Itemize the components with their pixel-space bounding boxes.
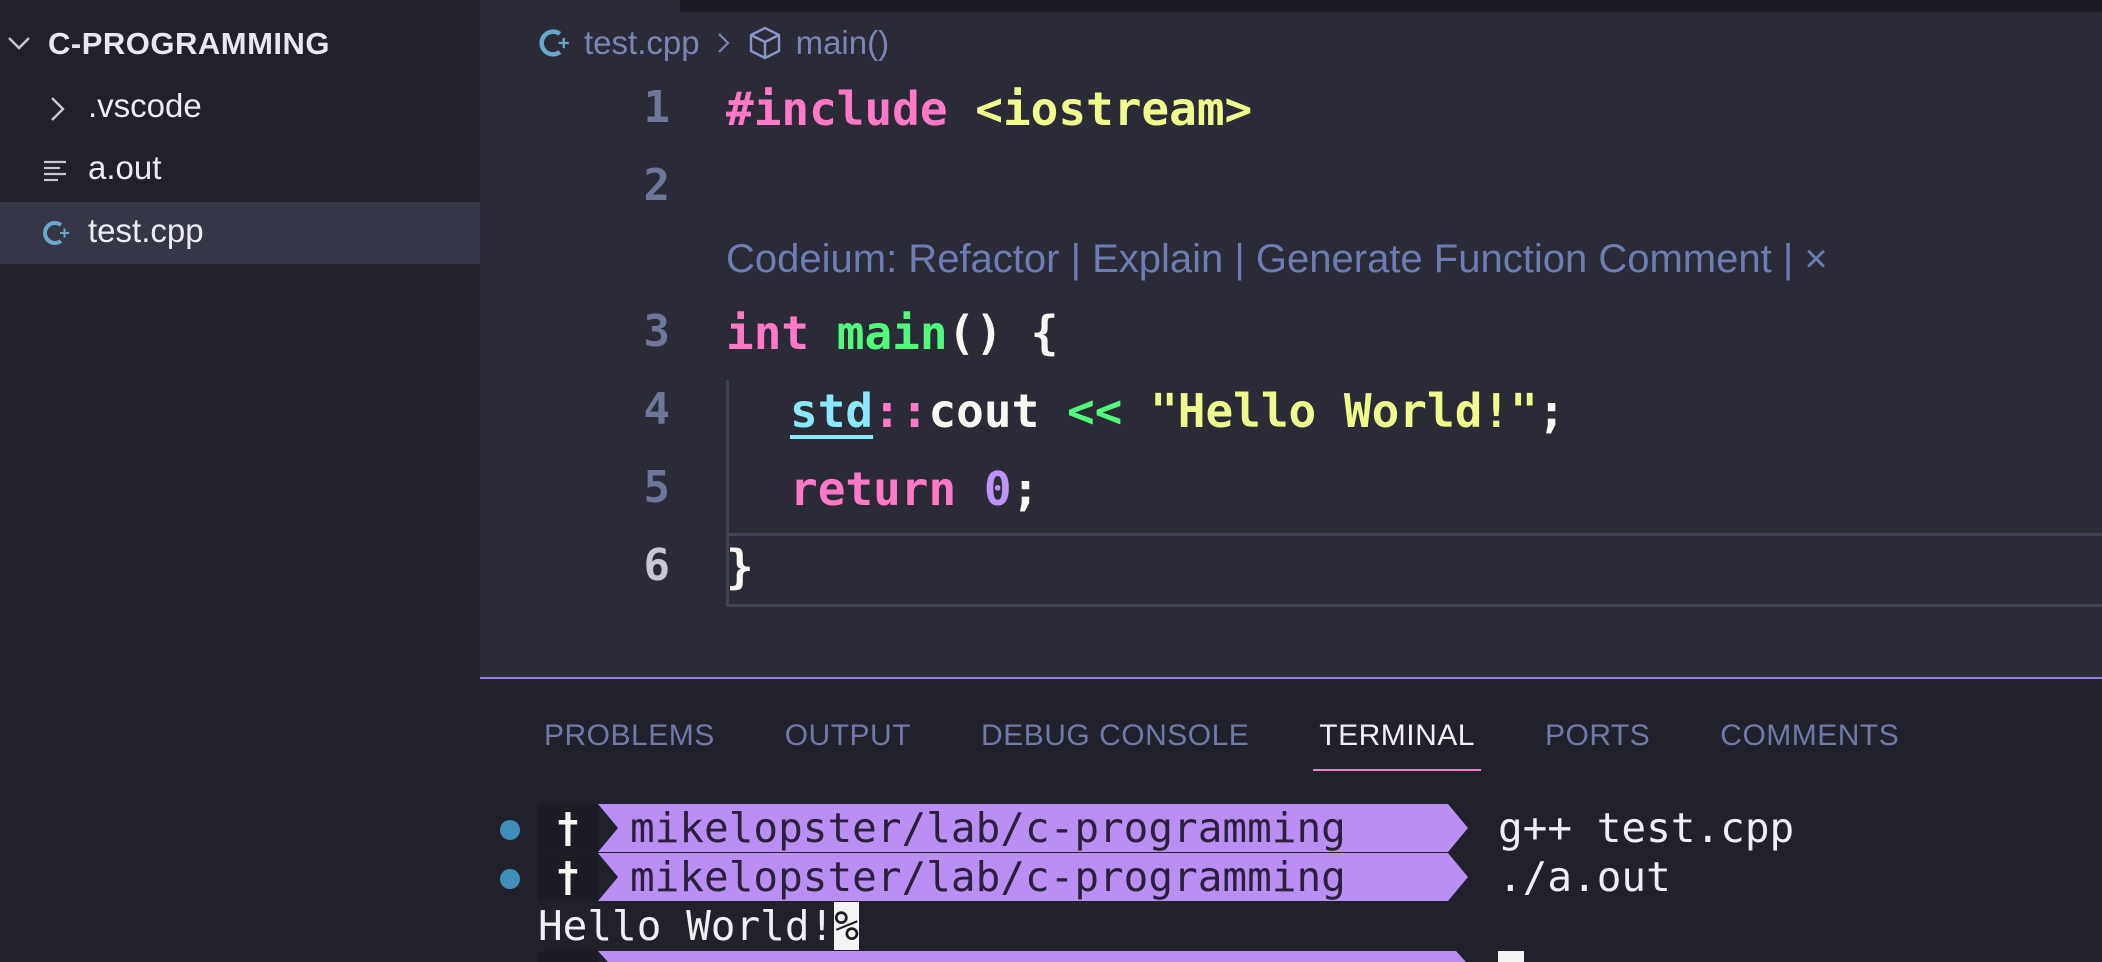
line-number: 5 [643,462,671,513]
tab-problems[interactable]: PROBLEMS [538,711,721,771]
tree-item-label: a.out [88,149,162,186]
line-number: 3 [643,306,671,357]
tree-item-a-out[interactable]: a.out [0,139,480,201]
code-line-4[interactable]: std::cout << "Hello World!"; [790,384,1566,438]
explorer-root-folder[interactable]: C-PROGRAMMING [0,18,480,68]
tree-item-test-cpp[interactable]: test.cpp [0,202,480,264]
terminal-command: g++ test.cpp [1498,804,1795,852]
cpp-file-icon [539,29,569,57]
terminal-prompt-line[interactable]: † mikelopster/lab/c-programming ./a.out [480,853,2102,901]
explorer-root-title: C-PROGRAMMING [48,26,331,61]
chevron-right-icon [717,33,730,53]
command-status-dot[interactable] [500,869,520,889]
token-brace: } [726,540,754,594]
prompt-path-segment: mikelopster/lab/c-programming [598,853,1468,901]
line-number: 4 [643,384,671,435]
tab-comments[interactable]: COMMENTS [1714,711,1905,771]
tree-item-label: .vscode [88,87,202,124]
token-keyword-return: return [790,462,957,516]
terminal-output: Hello World!% [538,902,859,950]
prompt-path: mikelopster/lab/c-programming [630,853,1346,901]
token-operator: << [1066,384,1123,438]
code-line-3[interactable]: int main() { [726,306,1058,360]
codeium-codelens[interactable]: Codeium: Refactor | Explain | Generate F… [726,237,1828,282]
code-editor[interactable]: test.cpp main() 1 2 3 4 5 6 #include <io… [480,0,2102,677]
breadcrumb-file[interactable]: test.cpp [584,24,700,62]
next-prompt-symbol-partial [538,951,598,962]
cpp-file-icon [43,221,69,245]
token-namespace: std [790,384,874,438]
prompt-path-segment: mikelopster/lab/c-programming [598,804,1468,852]
no-newline-marker: % [834,902,859,950]
line-number-active: 6 [643,540,671,591]
token-semicolon: ; [1537,384,1566,438]
breadcrumb: test.cpp main() [536,18,889,68]
token-function-name: main [836,306,948,360]
lines-file-icon [44,160,66,182]
indent-guide [726,380,729,538]
tree-item-label: test.cpp [88,212,204,249]
prompt-symbol: † [538,853,598,901]
token-semicolon: ; [1011,462,1040,516]
explorer-sidebar: C-PROGRAMMING .vscode a.out test.cpp [0,0,480,962]
tab-ports[interactable]: PORTS [1539,711,1656,771]
tab-debug-console[interactable]: DEBUG CONSOLE [975,711,1255,771]
chevron-down-icon[interactable] [6,30,32,56]
token-scope: :: [873,384,929,438]
terminal-cursor [1498,951,1524,962]
current-line-highlight [726,533,2102,607]
command-status-dot[interactable] [500,820,520,840]
terminal-command: ./a.out [1498,853,1671,901]
prompt-symbol: † [538,804,598,852]
code-line-1[interactable]: #include <iostream> [726,82,1252,136]
token-punct: () { [947,306,1059,360]
line-number: 1 [643,82,671,133]
chevron-right-icon [51,97,65,121]
code-line-5[interactable]: return 0; [790,462,1039,516]
cube-symbol-icon [749,26,780,60]
token-string: "Hello World!" [1150,384,1538,438]
tree-item-vscode-folder[interactable]: .vscode [0,77,480,139]
panel-tabs: PROBLEMS OUTPUT DEBUG CONSOLE TERMINAL P… [538,711,1963,771]
token-number: 0 [983,462,1012,516]
line-number: 2 [643,160,671,211]
program-output: Hello World! [538,902,835,950]
terminal-prompt-line[interactable]: † mikelopster/lab/c-programming g++ test… [480,804,2102,852]
prompt-path: mikelopster/lab/c-programming [630,804,1346,852]
breadcrumb-symbol[interactable]: main() [796,24,890,62]
code-line-6[interactable]: } [726,540,754,594]
token-include: #include [726,82,948,136]
tab-bar-strip [680,0,2102,12]
tab-output[interactable]: OUTPUT [779,711,917,771]
token-identifier: cout [928,384,1040,438]
vscode-window: C-PROGRAMMING .vscode a.out test.cpp tes… [0,0,2102,962]
tab-terminal[interactable]: TERMINAL [1313,711,1481,771]
token-type: int [726,306,810,360]
next-prompt-path-partial [598,951,1466,962]
token-header: <iostream> [975,82,1253,136]
